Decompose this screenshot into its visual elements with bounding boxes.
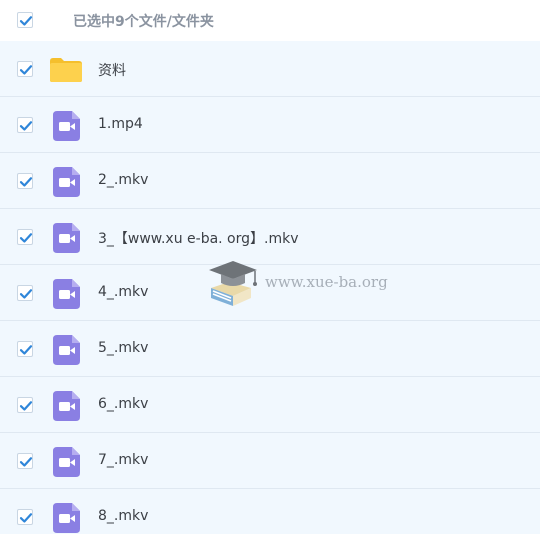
selection-header: 已选中9个文件/文件夹 — [0, 0, 540, 40]
checkmark-icon — [19, 345, 33, 355]
selection-count-label: 已选中9个文件/文件夹 — [73, 14, 214, 30]
file-name[interactable]: 8_.mkv — [98, 508, 148, 524]
file-row[interactable]: 6_.mkv — [0, 377, 540, 433]
checkmark-icon — [19, 513, 33, 523]
checkmark-icon — [19, 289, 33, 299]
row-checkbox[interactable] — [17, 341, 33, 357]
file-name[interactable]: 4_.mkv — [98, 284, 148, 300]
checkmark-icon — [19, 401, 33, 411]
file-row[interactable]: 5_.mkv — [0, 321, 540, 377]
row-checkbox[interactable] — [17, 397, 33, 413]
row-checkbox[interactable] — [17, 117, 33, 133]
file-row[interactable]: 2_.mkv — [0, 153, 540, 209]
row-checkbox[interactable] — [17, 61, 33, 77]
row-checkbox[interactable] — [17, 173, 33, 189]
video-file-icon — [53, 335, 80, 365]
video-file-icon — [53, 391, 80, 421]
file-name[interactable]: 资料 — [98, 60, 126, 80]
video-file-icon — [53, 503, 80, 533]
checkmark-icon — [19, 121, 33, 131]
file-row[interactable]: 8_.mkv — [0, 489, 540, 534]
video-file-icon — [53, 279, 80, 309]
file-row[interactable]: 1.mp4 — [0, 97, 540, 153]
checkmark-icon — [19, 457, 33, 467]
file-name[interactable]: 6_.mkv — [98, 396, 148, 412]
row-checkbox[interactable] — [17, 229, 33, 245]
file-name[interactable]: 5_.mkv — [98, 340, 148, 356]
graduation-cap-icon — [209, 261, 257, 306]
file-row[interactable]: 资料 — [0, 41, 540, 97]
watermark: www.xue-ba.org — [205, 258, 405, 310]
row-checkbox[interactable] — [17, 453, 33, 469]
file-row[interactable]: 7_.mkv — [0, 433, 540, 489]
video-file-icon — [53, 223, 80, 253]
checkmark-icon — [19, 65, 33, 75]
file-name[interactable]: 1.mp4 — [98, 116, 143, 132]
video-file-icon — [53, 447, 80, 477]
folder-icon — [50, 58, 82, 82]
file-name[interactable]: 3_【www.xu e-ba. org】.mkv — [98, 228, 299, 248]
file-name[interactable]: 7_.mkv — [98, 452, 148, 468]
checkmark-icon — [19, 16, 33, 26]
watermark-text: www.xue-ba.org — [265, 273, 388, 291]
file-row[interactable]: 3_【www.xu e-ba. org】.mkv — [0, 209, 540, 265]
file-name[interactable]: 2_.mkv — [98, 172, 148, 188]
checkmark-icon — [19, 177, 33, 187]
row-checkbox[interactable] — [17, 285, 33, 301]
video-file-icon — [53, 167, 80, 197]
video-file-icon — [53, 111, 80, 141]
row-checkbox[interactable] — [17, 509, 33, 525]
select-all-checkbox[interactable] — [17, 12, 33, 28]
checkmark-icon — [19, 233, 33, 243]
